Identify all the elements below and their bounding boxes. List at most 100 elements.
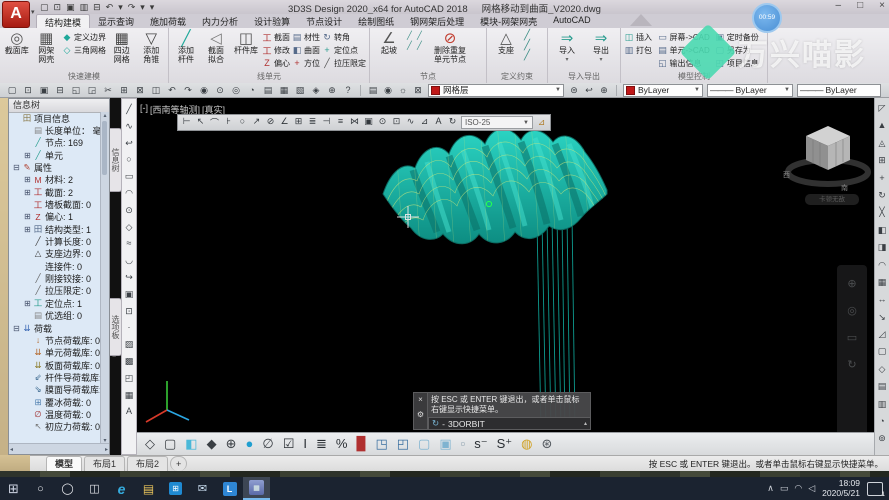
add-member-button[interactable]: ╱ 添加 杆件: [172, 30, 200, 64]
modify-tool-icon[interactable]: ◧: [878, 222, 887, 239]
tree-item[interactable]: ⊞ Z 偏心: 1: [9, 211, 101, 223]
modify-tool-icon[interactable]: ◨: [878, 239, 887, 256]
scroll-right-icon[interactable]: ▸: [105, 446, 108, 453]
display-tool-icon[interactable]: ▢: [164, 434, 176, 454]
viewcube-west-label[interactable]: 西: [783, 171, 790, 179]
toolbar-icon[interactable]: ◎: [230, 85, 242, 96]
toolbar-icon[interactable]: ▦: [278, 85, 290, 96]
dimension-tool-icon[interactable]: ⊞: [293, 116, 304, 129]
display-tool-icon[interactable]: I: [303, 434, 307, 454]
toolbar-icon[interactable]: ⊟: [54, 85, 66, 96]
qat-icon[interactable]: ⊡: [54, 2, 62, 13]
tree-item[interactable]: ⇙ 杆件导荷载库: 0: [9, 371, 101, 383]
autocad-logo[interactable]: A: [2, 1, 30, 28]
draw-tool-icon[interactable]: ≈: [127, 235, 132, 252]
scrollbar-thumb[interactable]: [102, 121, 107, 175]
display-tool-icon[interactable]: ≣: [316, 434, 327, 454]
mini-icon[interactable]: ╱: [524, 41, 530, 51]
display-tool-icon[interactable]: S⁺: [497, 434, 513, 454]
draw-tool-icon[interactable]: ⊡: [125, 303, 133, 320]
member-library-button[interactable]: ◫ 杆件库: [232, 30, 260, 56]
section-fit-button[interactable]: ◁ 截面 拟合: [202, 30, 230, 64]
tree-horizontal-scrollbar[interactable]: ◂ ▸: [9, 443, 109, 454]
draw-tool-icon[interactable]: ○: [126, 151, 131, 168]
modify-tool-icon[interactable]: ▥: [878, 396, 887, 413]
command-close-icon[interactable]: ×: [418, 395, 423, 404]
dimension-tool-icon[interactable]: ↻: [447, 116, 458, 129]
display-tool-icon[interactable]: ◍: [521, 434, 532, 454]
taskbar-icon[interactable]: e: [108, 477, 135, 500]
layout-tab[interactable]: 模型: [46, 456, 83, 471]
pack-small-button[interactable]: ▥ 打包: [624, 44, 656, 56]
tree-item[interactable]: ▤ 长度单位： 毫米: [9, 124, 101, 136]
qat-icon[interactable]: ▾: [140, 2, 145, 13]
toolbar-icon[interactable]: ↷: [182, 85, 194, 96]
dim-style-manager-icon[interactable]: ⊿: [536, 117, 547, 128]
toolbar-icon[interactable]: ◔: [246, 85, 258, 96]
export-button[interactable]: ⇒ 导出 ▾: [585, 30, 617, 63]
layer-tool-icon[interactable]: ⊠: [412, 85, 424, 96]
linetype-combo[interactable]: ——— ByLayer ▼: [707, 83, 793, 97]
tray-icon[interactable]: ◁: [808, 483, 815, 494]
tree-item[interactable]: ↖ 初应力荷载: 0: [9, 421, 101, 433]
dimension-tool-icon[interactable]: A: [433, 116, 444, 129]
taskbar-clock[interactable]: 18:09 2020/5/21: [822, 478, 860, 498]
surface-small-button[interactable]: ◧ 曲面: [292, 44, 320, 56]
action-center-icon[interactable]: 1: [867, 481, 885, 498]
tree-item[interactable]: 田 项目信息: [9, 112, 101, 124]
tree-item[interactable]: △ 支座边界: 0: [9, 248, 101, 260]
display-tool-icon[interactable]: ⊕: [226, 434, 237, 454]
tree-expander-icon[interactable]: ⊟: [13, 163, 22, 172]
tree-expander-icon[interactable]: ⊞: [24, 212, 33, 221]
delete-duplicate-button[interactable]: ⊘ 删除重复 单元节点: [427, 30, 473, 64]
display-tool-icon[interactable]: s⁻: [474, 434, 487, 454]
toolbar-icon[interactable]: ◈: [310, 85, 322, 96]
layout-tab[interactable]: 布局2: [127, 456, 169, 471]
layer-state-icon[interactable]: ⊜: [568, 85, 580, 96]
modify-tool-icon[interactable]: ▦: [878, 274, 887, 291]
quad-mesh-button[interactable]: ▦ 四边 网格: [108, 30, 136, 64]
tree-item[interactable]: ↓ 节点荷载库: 0: [9, 334, 101, 346]
toolbar-icon[interactable]: ⊡: [22, 85, 34, 96]
navigation-bar[interactable]: ⊕ ◎ ▭ ↻: [837, 265, 867, 455]
modify-tool-icon[interactable]: +: [879, 170, 884, 187]
toolbar-icon[interactable]: ⊠: [134, 85, 146, 96]
tree-expander-icon[interactable]: ⊞: [24, 151, 33, 160]
taskbar-icon[interactable]: ✉: [189, 477, 216, 500]
layer-combo[interactable]: 网格层 ▼: [428, 83, 564, 97]
define-boundary-button[interactable]: ◆ 定义边界: [62, 31, 106, 43]
viewport-menu-control[interactable]: [-]: [140, 103, 148, 116]
tray-icon[interactable]: ◠: [794, 483, 802, 494]
eccentric-small-button[interactable]: Z 偏心: [262, 57, 290, 69]
tray-icon[interactable]: ∧: [767, 483, 774, 494]
toolbar-icon[interactable]: ▧: [294, 85, 306, 96]
tree-expander-icon[interactable]: ⊞: [24, 299, 33, 308]
drawing-viewport[interactable]: 西 南 [-] [西南等轴测] [真实] ⊢ ↖ ⌒ ⊦ ○ ↗ ⊘ ∠ ⊞ ≣ ⊣ ≡ ⋈ ▣ ⊙ ⊡ ∿ ⊿ A…: [137, 98, 874, 455]
tree-expander-icon[interactable]: ⊞: [24, 188, 33, 197]
tree-expander-icon[interactable]: ⊞: [24, 225, 33, 234]
display-tool-icon[interactable]: ∅: [262, 434, 273, 454]
scroll-up-icon[interactable]: ▴: [101, 112, 109, 119]
toolbar-icon[interactable]: ✂: [102, 85, 114, 96]
tree-item[interactable]: ╱ 计算长度: 0: [9, 235, 101, 247]
draw-tool-icon[interactable]: ◰: [125, 370, 134, 387]
import-dropdown-icon[interactable]: ▾: [565, 56, 568, 63]
dimension-tool-icon[interactable]: ↗: [251, 116, 262, 129]
qat-icon[interactable]: ↶: [106, 2, 114, 13]
display-tool-icon[interactable]: ◧: [185, 434, 197, 454]
qat-icon[interactable]: ▥: [80, 2, 89, 13]
ribbon-collapse-arrow[interactable]: [630, 14, 652, 26]
modify-tool-icon[interactable]: ▲: [878, 117, 887, 134]
ribbon-tab[interactable]: 模块-网架网壳: [472, 14, 545, 28]
mini-icon[interactable]: ╱: [417, 41, 426, 50]
tree-item[interactable]: ⊞ 工 截面: 2: [9, 186, 101, 198]
modify-tool-icon[interactable]: ▢: [878, 343, 887, 360]
tree-item[interactable]: ∅ 温度荷载: 0: [9, 408, 101, 420]
display-tool-icon[interactable]: ●: [246, 434, 254, 454]
dimension-tool-icon[interactable]: ⊣: [321, 116, 332, 129]
tree-item[interactable]: ▤ 优选组: 0: [9, 310, 101, 322]
rotation-small-button[interactable]: ↻ 转角: [322, 31, 366, 43]
color-combo[interactable]: ByLayer ▼: [623, 83, 703, 97]
draw-tool-icon[interactable]: ⊙: [125, 202, 133, 219]
qat-icon[interactable]: ▣: [66, 2, 75, 13]
